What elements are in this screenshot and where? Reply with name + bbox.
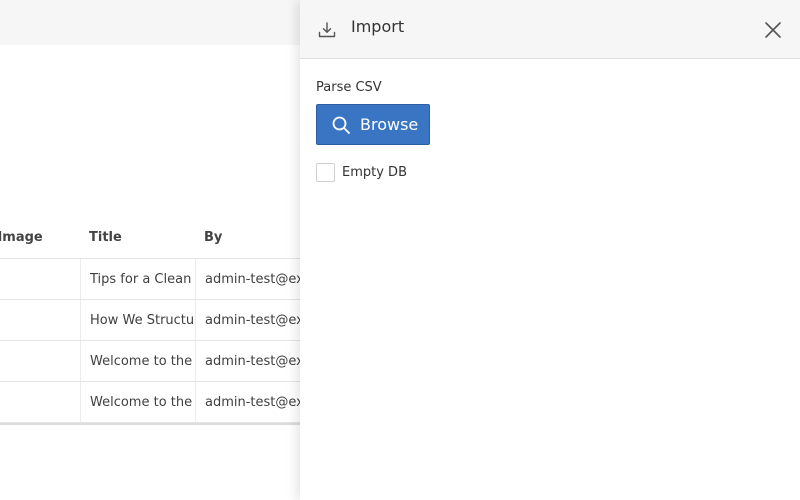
author-cell: admin-test@exa bbox=[195, 300, 315, 340]
empty-db-row: Empty DB bbox=[316, 163, 784, 182]
parse-csv-label: Parse CSV bbox=[316, 80, 382, 95]
drawer-body: Parse CSV Browse Empty DB bbox=[300, 59, 800, 202]
browse-button-label: Browse bbox=[360, 115, 419, 134]
import-drawer: Import Parse CSV Browse Empty DB bbox=[300, 0, 800, 500]
title-cell: How We Structure bbox=[80, 300, 195, 340]
author-cell: admin-test@exa bbox=[195, 341, 315, 381]
image-cell bbox=[0, 259, 80, 299]
drawer-title: Import bbox=[351, 17, 405, 36]
title-cell: Welcome to the N bbox=[80, 382, 195, 422]
empty-db-label[interactable]: Empty DB bbox=[342, 165, 407, 180]
author-cell: admin-test@exa bbox=[195, 382, 315, 422]
browse-button[interactable]: Browse bbox=[316, 104, 430, 145]
download-icon bbox=[317, 20, 337, 40]
column-header-image[interactable]: o Image bbox=[0, 216, 80, 258]
empty-db-checkbox[interactable] bbox=[316, 163, 335, 182]
image-cell bbox=[0, 341, 80, 381]
page: o Image Title By Tips for a Clean L admi… bbox=[0, 0, 800, 500]
close-icon[interactable] bbox=[762, 19, 784, 41]
table-bottom-border bbox=[0, 423, 300, 425]
image-cell bbox=[0, 300, 80, 340]
image-cell bbox=[0, 382, 80, 422]
column-header-by[interactable]: By bbox=[195, 216, 315, 258]
drawer-header: Import bbox=[300, 0, 800, 59]
title-cell: Tips for a Clean L bbox=[80, 259, 195, 299]
title-cell: Welcome to the N bbox=[80, 341, 195, 381]
column-header-title[interactable]: Title bbox=[80, 216, 195, 258]
search-icon bbox=[332, 116, 350, 134]
author-cell: admin-test@exa bbox=[195, 259, 315, 299]
